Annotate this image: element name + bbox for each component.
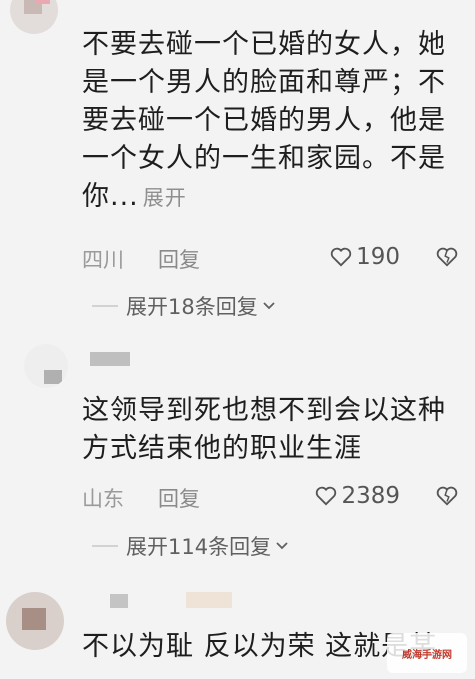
username[interactable]	[90, 352, 130, 366]
dislike-button[interactable]	[436, 485, 458, 512]
expand-text-link[interactable]: 展开	[143, 186, 187, 210]
expand-replies-button[interactable]: 展开114条回复	[92, 532, 289, 560]
comment-meta: 四川 回复 190	[82, 244, 462, 274]
comment-text: 这领导到死也想不到会以这种方式结束他的职业生涯	[82, 395, 446, 464]
heart-icon	[330, 247, 352, 267]
expand-replies-label: 展开18条回复	[126, 295, 258, 319]
expand-replies-label: 展开114条回复	[126, 535, 272, 559]
like-button[interactable]: 190	[330, 244, 400, 270]
like-count: 190	[356, 244, 400, 270]
location-label: 四川	[82, 248, 124, 272]
like-button[interactable]: 2389	[315, 483, 400, 509]
chevron-down-icon	[263, 302, 275, 310]
avatar[interactable]	[10, 0, 58, 34]
location-label: 山东	[82, 487, 124, 511]
divider	[92, 545, 118, 547]
reply-button[interactable]: 回复	[158, 244, 200, 274]
expand-replies-button[interactable]: 展开18条回复	[92, 292, 276, 320]
comment-item: 不要去碰一个已婚的女人，她是一个男人的脸面和尊严；不要去碰一个已婚的男人，他是一…	[0, 0, 475, 330]
dislike-heart-icon	[436, 486, 458, 506]
comment-text: 不要去碰一个已婚的女人，她是一个男人的脸面和尊严；不要去碰一个已婚的男人，他是一…	[82, 29, 446, 212]
dislike-heart-icon	[436, 247, 458, 267]
dislike-button[interactable]	[436, 246, 458, 273]
username-badge	[186, 592, 232, 608]
divider	[92, 305, 118, 307]
heart-icon	[316, 486, 337, 506]
comment-meta: 山东 回复 2389	[82, 483, 462, 513]
reply-button[interactable]: 回复	[158, 483, 200, 513]
like-count: 2389	[341, 483, 400, 509]
comment-item: 这领导到死也想不到会以这种方式结束他的职业生涯 山东 回复 2389 展开114…	[0, 340, 475, 570]
avatar[interactable]	[6, 592, 64, 650]
watermark-logo: 威海手游网	[387, 633, 467, 673]
username[interactable]	[110, 594, 128, 608]
avatar[interactable]	[24, 344, 68, 388]
chevron-down-icon	[276, 542, 288, 550]
